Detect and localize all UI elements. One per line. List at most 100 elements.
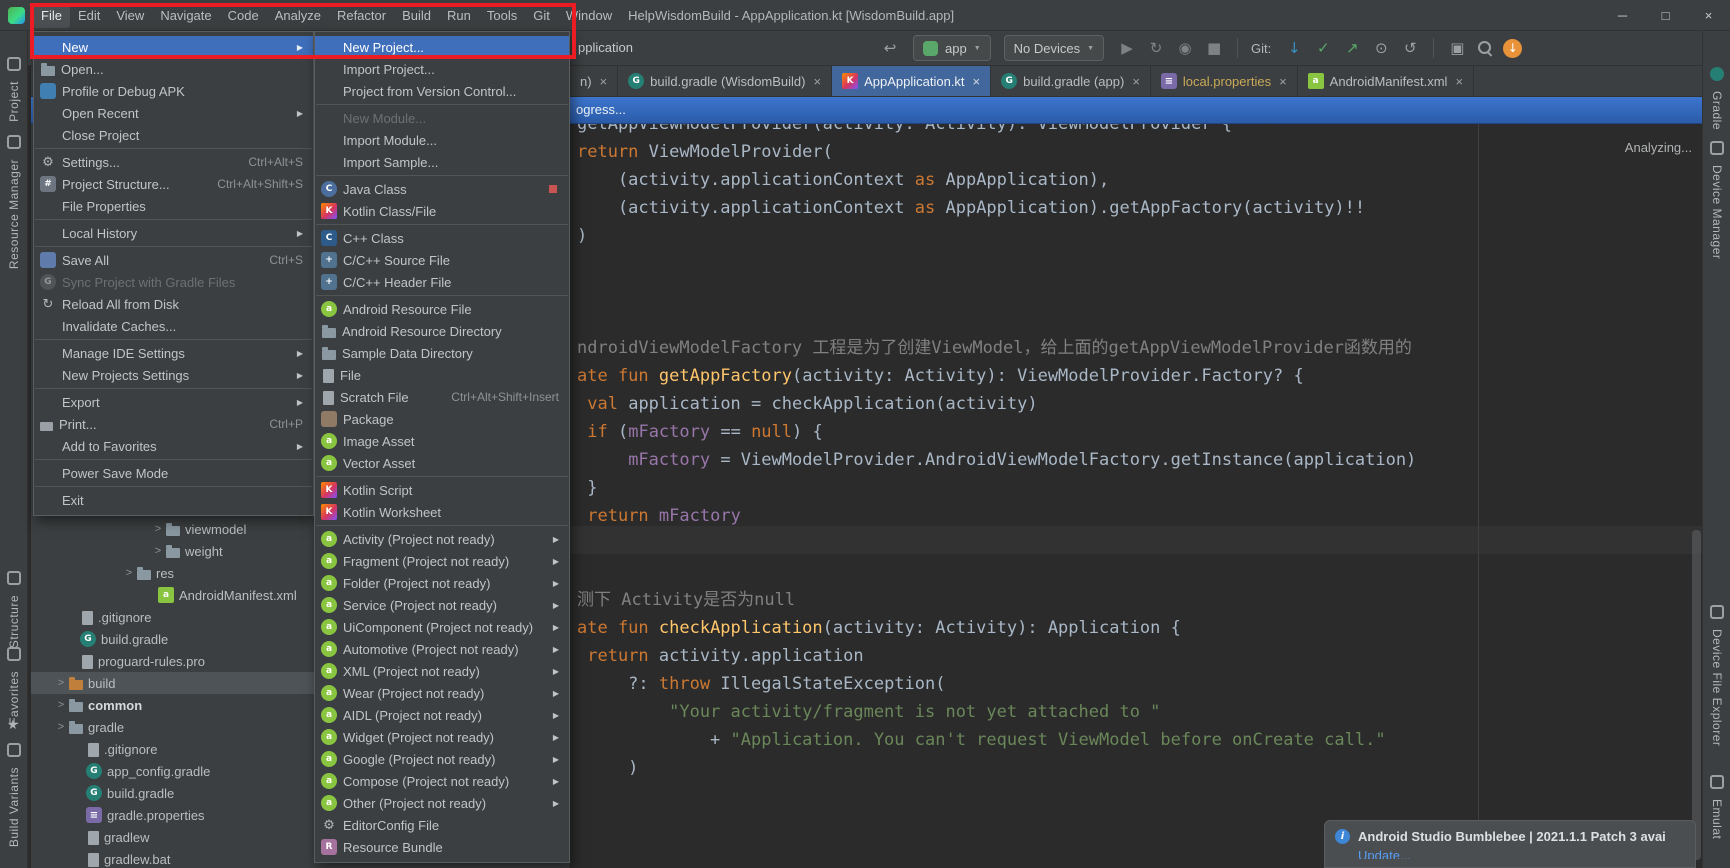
device-selector[interactable]: No Devices ▼ <box>1004 35 1104 61</box>
menu-item-new-project[interactable]: New Project... <box>315 36 569 58</box>
breadcrumb-file[interactable]: pplication <box>578 40 633 55</box>
ide-update-icon[interactable]: ↓ <box>1503 39 1522 58</box>
tab-androidmanifest-xml[interactable]: AndroidManifest.xml× <box>1298 66 1474 96</box>
menu-item-c-class[interactable]: C++ Class <box>315 227 569 249</box>
menu-item-sample-data-directory[interactable]: Sample Data Directory <box>315 342 569 364</box>
menu-item-kotlin-class-file[interactable]: Kotlin Class/File <box>315 200 569 222</box>
menu-item-file[interactable]: File <box>315 364 569 386</box>
menu-item-import-module[interactable]: Import Module... <box>315 129 569 151</box>
menu-item-android-resource-directory[interactable]: Android Resource Directory <box>315 320 569 342</box>
device-manager-icon[interactable] <box>1710 141 1724 155</box>
menu-item-c-c-header-file[interactable]: C/C++ Header File <box>315 271 569 293</box>
menu-item-project-structure[interactable]: Project Structure...Ctrl+Alt+Shift+S <box>34 173 313 195</box>
run-icon[interactable]: ▶ <box>1117 38 1137 58</box>
menu-item-aidl-project-not-ready[interactable]: AIDL (Project not ready)▶ <box>315 704 569 726</box>
menu-item-import-project[interactable]: Import Project... <box>315 58 569 80</box>
menu-item-export[interactable]: Export▶ <box>34 391 313 413</box>
editor[interactable]: getAppViewModelProvider(activity: Activi… <box>570 97 1702 868</box>
tab-local-properties[interactable]: local.properties× <box>1151 66 1298 96</box>
menu-item-import-sample[interactable]: Import Sample... <box>315 151 569 173</box>
close-tab-icon[interactable]: × <box>1455 74 1463 89</box>
run-configuration-selector[interactable]: app ▼ <box>913 35 991 61</box>
menu-item-fragment-project-not-ready[interactable]: Fragment (Project not ready)▶ <box>315 550 569 572</box>
menu-item-automotive-project-not-ready[interactable]: Automotive (Project not ready)▶ <box>315 638 569 660</box>
tool-window-button-project[interactable]: Project <box>7 81 21 122</box>
menu-item-new[interactable]: New▶ <box>34 36 313 58</box>
menu-item-settings[interactable]: Settings...Ctrl+Alt+S <box>34 151 313 173</box>
stop-icon[interactable]: ■ <box>1204 38 1224 58</box>
layout-inspector-icon[interactable]: ▣ <box>1447 38 1467 58</box>
menu-item-xml-project-not-ready[interactable]: XML (Project not ready)▶ <box>315 660 569 682</box>
tool-window-button-resource-manager[interactable]: Resource Manager <box>7 159 21 269</box>
history-icon[interactable]: ⊙ <box>1371 38 1391 58</box>
menu-item-open-recent[interactable]: Open Recent▶ <box>34 102 313 124</box>
menu-item-print[interactable]: Print...Ctrl+P <box>34 413 313 435</box>
tab-build-gradle-app[interactable]: build.gradle (app)× <box>991 66 1151 96</box>
editor-scrollbar[interactable] <box>1692 530 1701 860</box>
push-icon[interactable]: ↗ <box>1342 38 1362 58</box>
menu-item-resource-bundle[interactable]: Resource Bundle <box>315 836 569 858</box>
menubar-item-run[interactable]: Run <box>439 3 479 28</box>
tool-window-button-emulat[interactable]: Emulat <box>1710 799 1724 839</box>
menubar-item-git[interactable]: Git <box>525 3 558 28</box>
menu-item-local-history[interactable]: Local History▶ <box>34 222 313 244</box>
tab-appapplication-kt[interactable]: AppApplication.kt× <box>832 66 991 96</box>
menu-item-editorconfig-file[interactable]: EditorConfig File <box>315 814 569 836</box>
menu-item-image-asset[interactable]: Image Asset <box>315 430 569 452</box>
menu-item-power-save-mode[interactable]: Power Save Mode <box>34 462 313 484</box>
structure-icon[interactable] <box>7 571 21 585</box>
chevron-icon[interactable]: > <box>122 567 136 579</box>
menubar-item-edit[interactable]: Edit <box>70 3 108 28</box>
menu-item-invalidate-caches[interactable]: Invalidate Caches... <box>34 315 313 337</box>
menu-item-widget-project-not-ready[interactable]: Widget (Project not ready)▶ <box>315 726 569 748</box>
menu-item-other-project-not-ready[interactable]: Other (Project not ready)▶ <box>315 792 569 814</box>
menu-item-compose-project-not-ready[interactable]: Compose (Project not ready)▶ <box>315 770 569 792</box>
device-file-explorer-icon[interactable] <box>1710 605 1724 619</box>
chevron-icon[interactable]: > <box>54 699 68 711</box>
menu-item-scratch-file[interactable]: Scratch FileCtrl+Alt+Shift+Insert <box>315 386 569 408</box>
menu-item-activity-project-not-ready[interactable]: Activity (Project not ready)▶ <box>315 528 569 550</box>
menu-item-new-projects-settings[interactable]: New Projects Settings▶ <box>34 364 313 386</box>
menu-item-manage-ide-settings[interactable]: Manage IDE Settings▶ <box>34 342 313 364</box>
menu-item-reload-all-from-disk[interactable]: Reload All from Disk <box>34 293 313 315</box>
back-navigation-icon[interactable]: ↩ <box>880 38 900 58</box>
close-tab-icon[interactable]: × <box>600 74 608 89</box>
code-area[interactable]: getAppViewModelProvider(activity: Activi… <box>577 110 1416 782</box>
close-tab-icon[interactable]: × <box>973 74 981 89</box>
apply-changes-icon[interactable]: ↻ <box>1146 38 1166 58</box>
menu-item-kotlin-script[interactable]: Kotlin Script <box>315 479 569 501</box>
close-tab-icon[interactable]: × <box>1132 74 1140 89</box>
tool-window-button-structure[interactable]: Structure <box>7 595 21 648</box>
tool-window-button-gradle[interactable]: Gradle <box>1710 91 1724 130</box>
menu-item-folder-project-not-ready[interactable]: Folder (Project not ready)▶ <box>315 572 569 594</box>
chevron-icon[interactable]: > <box>54 677 68 689</box>
menu-item-java-class[interactable]: Java Class <box>315 178 569 200</box>
project-icon[interactable] <box>7 57 21 71</box>
menu-item-project-from-version-control[interactable]: Project from Version Control... <box>315 80 569 102</box>
menu-item-save-all[interactable]: Save AllCtrl+S <box>34 249 313 271</box>
menu-item-close-project[interactable]: Close Project <box>34 124 313 146</box>
bookmark-star-icon[interactable]: ★ <box>7 717 19 733</box>
menu-item-profile-or-debug-apk[interactable]: Profile or Debug APK <box>34 80 313 102</box>
gradle-icon[interactable] <box>1710 67 1724 81</box>
menu-item-package[interactable]: Package <box>315 408 569 430</box>
menu-item-sync-project-with-gradle-files[interactable]: Sync Project with Gradle Files <box>34 271 313 293</box>
menu-item-kotlin-worksheet[interactable]: Kotlin Worksheet <box>315 501 569 523</box>
menubar-item-refactor[interactable]: Refactor <box>329 3 394 28</box>
chevron-icon[interactable]: > <box>151 545 165 557</box>
menubar-item-tools[interactable]: Tools <box>479 3 525 28</box>
chevron-icon[interactable]: > <box>54 721 68 733</box>
menu-item-uicomponent-project-not-ready[interactable]: UiComponent (Project not ready)▶ <box>315 616 569 638</box>
menubar-item-analyze[interactable]: Analyze <box>267 3 329 28</box>
menu-item-open[interactable]: Open... <box>34 58 313 80</box>
update-project-icon[interactable]: ↓ <box>1284 38 1304 58</box>
chevron-icon[interactable]: > <box>151 523 165 535</box>
maximize-button[interactable]: □ <box>1644 0 1687 31</box>
menu-item-service-project-not-ready[interactable]: Service (Project not ready)▶ <box>315 594 569 616</box>
menu-item-vector-asset[interactable]: Vector Asset <box>315 452 569 474</box>
tab-build-gradle-wisdombuild[interactable]: build.gradle (WisdomBuild)× <box>618 66 832 96</box>
menu-item-file-properties[interactable]: File Properties <box>34 195 313 217</box>
menubar-item-navigate[interactable]: Navigate <box>152 3 219 28</box>
menu-item-exit[interactable]: Exit <box>34 489 313 511</box>
tool-window-button-build-variants[interactable]: Build Variants <box>7 767 21 847</box>
